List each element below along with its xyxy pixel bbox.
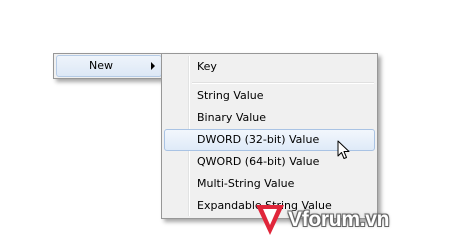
context-menu: New: [53, 53, 165, 79]
submenu-arrow-icon: [151, 62, 155, 70]
menu-item-binary-value[interactable]: Binary Value: [164, 107, 375, 129]
menu-item-string-value-label: String Value: [197, 89, 264, 102]
menu-item-multi-string-value-label: Multi-String Value: [197, 177, 295, 190]
menu-item-dword-value-label: DWORD (32-bit) Value: [197, 133, 320, 146]
menu-item-new[interactable]: New: [56, 55, 162, 77]
new-submenu: Key String Value Binary Value DWORD (32-…: [161, 53, 378, 219]
watermark-text: Vforum.vn: [288, 208, 390, 231]
watermark: Vforum.vn: [254, 203, 434, 239]
arrow-pointer-icon: [337, 140, 350, 159]
menu-item-multi-string-value[interactable]: Multi-String Value: [164, 173, 375, 195]
menu-item-key[interactable]: Key: [164, 56, 375, 78]
menu-item-qword-value-label: QWORD (64-bit) Value: [197, 155, 320, 168]
menu-separator: [192, 82, 374, 84]
menu-item-binary-value-label: Binary Value: [197, 111, 267, 124]
vforum-logo-icon: [256, 205, 284, 235]
menu-item-new-label: New: [89, 59, 113, 72]
menu-item-string-value[interactable]: String Value: [164, 85, 375, 107]
menu-item-key-label: Key: [197, 60, 217, 73]
